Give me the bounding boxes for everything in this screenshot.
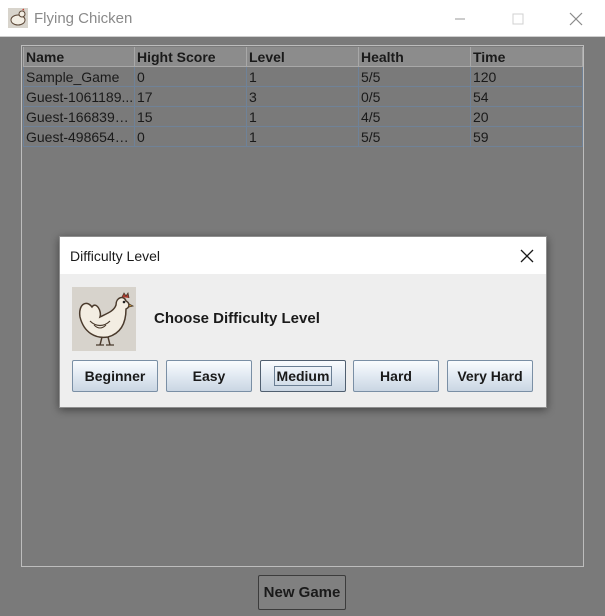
scores-table: Name Hight Score Level Health Time Sampl… [23, 47, 584, 147]
button-label: Very Hard [457, 368, 523, 384]
title-bar: Flying Chicken [0, 0, 605, 37]
minimize-button[interactable] [437, 0, 483, 37]
close-button[interactable] [553, 0, 599, 37]
cell-score: 17 [133, 86, 247, 107]
dialog-prompt: Choose Difficulty Level [154, 310, 320, 327]
cell-name: Guest-4986542... [23, 126, 135, 147]
table-row[interactable]: Guest-1061189... 17 3 0/5 54 [23, 86, 584, 107]
cell-level: 3 [245, 86, 359, 107]
column-header-health[interactable]: Health [357, 47, 471, 67]
column-header-time[interactable]: Time [469, 47, 584, 67]
difficulty-dialog: Difficulty Level Choose Difficulty Level… [59, 236, 547, 408]
column-header-level[interactable]: Level [245, 47, 359, 67]
cell-name: Sample_Game [23, 66, 135, 87]
table-row[interactable]: Guest-1668394... 15 1 4/5 20 [23, 106, 584, 127]
button-label: Easy [192, 368, 226, 384]
cell-time: 59 [469, 126, 584, 147]
column-header-hight-score[interactable]: Hight Score [133, 47, 247, 67]
close-icon [520, 249, 534, 262]
table-row[interactable]: Guest-4986542... 0 1 5/5 59 [23, 126, 584, 147]
cell-time: 20 [469, 106, 584, 127]
cell-health: 4/5 [357, 106, 471, 127]
button-label: Hard [380, 368, 412, 384]
maximize-icon [512, 13, 524, 24]
dialog-close-button[interactable] [508, 237, 546, 274]
cell-level: 1 [245, 106, 359, 127]
cell-score: 0 [133, 126, 247, 147]
new-game-button[interactable]: New Game [258, 575, 346, 610]
close-icon [569, 12, 583, 25]
button-label: Beginner [84, 368, 146, 384]
very-hard-button[interactable]: Very Hard [447, 360, 533, 392]
cell-health: 0/5 [357, 86, 471, 107]
button-label: Medium [273, 366, 333, 386]
table-row[interactable]: Sample_Game 0 1 5/5 120 [23, 66, 584, 87]
hard-button[interactable]: Hard [353, 360, 439, 392]
minimize-icon [455, 18, 465, 19]
easy-button[interactable]: Easy [166, 360, 252, 392]
cell-health: 5/5 [357, 126, 471, 147]
beginner-button[interactable]: Beginner [72, 360, 158, 392]
dialog-title-bar: Difficulty Level [60, 237, 546, 274]
cell-time: 120 [469, 66, 584, 87]
cell-level: 1 [245, 66, 359, 87]
cell-name: Guest-1668394... [23, 106, 135, 127]
window-title: Flying Chicken [34, 10, 133, 27]
medium-button[interactable]: Medium [260, 360, 346, 392]
maximize-button[interactable] [495, 0, 541, 37]
cell-level: 1 [245, 126, 359, 147]
chicken-app-icon [8, 8, 28, 28]
dialog-title: Difficulty Level [70, 248, 161, 264]
cell-health: 5/5 [357, 66, 471, 87]
column-header-name[interactable]: Name [23, 47, 135, 67]
chicken-icon [72, 287, 136, 351]
cell-time: 54 [469, 86, 584, 107]
table-header-row: Name Hight Score Level Health Time [23, 47, 584, 67]
cell-name: Guest-1061189... [23, 86, 135, 107]
cell-score: 0 [133, 66, 247, 87]
cell-score: 15 [133, 106, 247, 127]
